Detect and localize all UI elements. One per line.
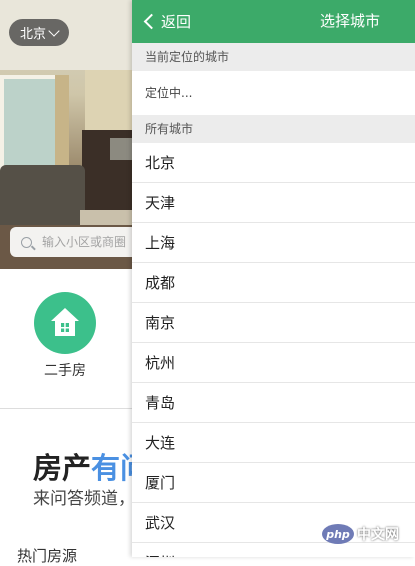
second-hand-house-label: 二手房 (44, 363, 86, 379)
divider (0, 408, 135, 409)
city-item-shanghai[interactable]: 上海 (132, 223, 415, 263)
city-list: 北京 天津 上海 成都 南京 杭州 青岛 大连 厦门 武汉 深圳 (132, 143, 415, 557)
chevron-down-icon (48, 24, 60, 37)
chevron-left-icon (143, 13, 160, 30)
city-item-shenzhen[interactable]: 深圳 (132, 543, 415, 557)
city-item-nanjing[interactable]: 南京 (132, 303, 415, 343)
qa-banner-title-main: 房产 (33, 451, 92, 485)
city-item-beijing[interactable]: 北京 (132, 143, 415, 183)
search-bar[interactable] (10, 227, 150, 257)
hot-source-heading: 热门房源 (17, 547, 78, 565)
back-label: 返回 (161, 13, 192, 31)
city-selector-button[interactable]: 北京 (9, 19, 69, 46)
city-picker-topbar: 返回 选择城市 (132, 0, 415, 43)
current-location-header: 当前定位的城市 (132, 43, 415, 71)
city-item-chengdu[interactable]: 成都 (132, 263, 415, 303)
city-selector-label: 北京 (19, 27, 46, 42)
qa-banner-subtitle: 来问答频道， (33, 489, 135, 509)
all-cities-header: 所有城市 (132, 115, 415, 143)
house-icon (34, 292, 96, 354)
second-hand-house-entry[interactable]: 二手房 (34, 292, 96, 380)
city-item-tianjin[interactable]: 天津 (132, 183, 415, 223)
site-watermark: php 中文网 (322, 524, 399, 544)
current-location-status[interactable]: 定位中... (132, 71, 415, 115)
city-item-qingdao[interactable]: 青岛 (132, 383, 415, 423)
city-item-dalian[interactable]: 大连 (132, 423, 415, 463)
city-picker-panel: 返回 选择城市 当前定位的城市 定位中... 所有城市 北京 天津 上海 成都 … (132, 0, 415, 557)
page-title: 选择城市 (319, 12, 380, 30)
city-item-xiamen[interactable]: 厦门 (132, 463, 415, 503)
php-logo: php (322, 524, 354, 544)
watermark-site-name: 中文网 (357, 527, 399, 543)
back-button[interactable]: 返回 (143, 0, 191, 43)
search-icon (21, 236, 32, 248)
city-item-hangzhou[interactable]: 杭州 (132, 343, 415, 383)
